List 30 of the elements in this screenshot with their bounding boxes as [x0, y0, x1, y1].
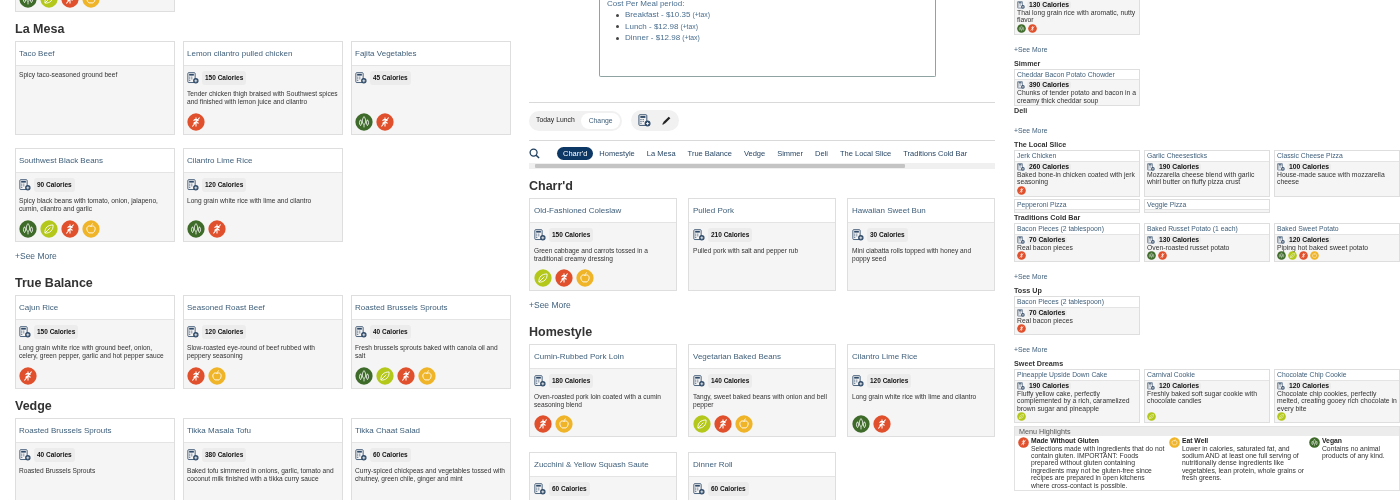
- section-heading: Vedge: [15, 398, 53, 414]
- item-link[interactable]: Tikka Masala Tofu: [184, 419, 342, 443]
- item-link[interactable]: Fajita Vegetables: [352, 42, 510, 66]
- item-link[interactable]: Cilantro Lime Rice: [848, 345, 994, 370]
- section-heading: Homestyle: [529, 324, 594, 341]
- item-link[interactable]: Roasted Brussels Sprouts: [352, 296, 510, 320]
- item-link[interactable]: Old-Fashioned Coleslaw: [530, 199, 676, 223]
- item-link[interactable]: Cumin-Rubbed Pork Loin: [530, 345, 676, 370]
- meal-price: Breakfast - $10.35: [625, 10, 691, 21]
- section-heading: La Mesa: [15, 21, 66, 37]
- item-link[interactable]: Cajun Rice: [16, 296, 174, 320]
- item-link[interactable]: Tikka Chaat Salad: [352, 419, 510, 443]
- see-more-link[interactable]: +See More: [529, 299, 571, 312]
- item-link[interactable]: Taco Beef: [16, 42, 174, 66]
- cost-heading: Cost Per Meal period:: [607, 0, 686, 9]
- item-link[interactable]: Hawaiian Sweet Bun: [848, 199, 994, 223]
- item-link[interactable]: Zucchini & Yellow Squash Saute: [530, 453, 676, 478]
- meal-price: Lunch - $12.98: [625, 21, 679, 32]
- item-link[interactable]: Cilantro Lime Rice: [184, 149, 342, 173]
- item-link[interactable]: Southwest Black Beans: [16, 149, 174, 173]
- item-link[interactable]: Pulled Pork: [689, 199, 835, 223]
- item-link[interactable]: Roasted Brussels Sprouts: [16, 419, 174, 443]
- item-link[interactable]: Vegetarian Baked Beans: [689, 345, 835, 370]
- see-more-link[interactable]: +See More: [15, 250, 57, 262]
- item-link[interactable]: Dinner Roll: [689, 453, 835, 478]
- section-heading: True Balance: [15, 275, 94, 291]
- item-link[interactable]: Seasoned Roast Beef: [184, 296, 342, 320]
- item-link[interactable]: Lemon cilantro pulled chicken: [184, 42, 342, 66]
- section-heading: Charr'd: [529, 178, 574, 194]
- meal-price: Dinner - $12.98: [625, 33, 681, 44]
